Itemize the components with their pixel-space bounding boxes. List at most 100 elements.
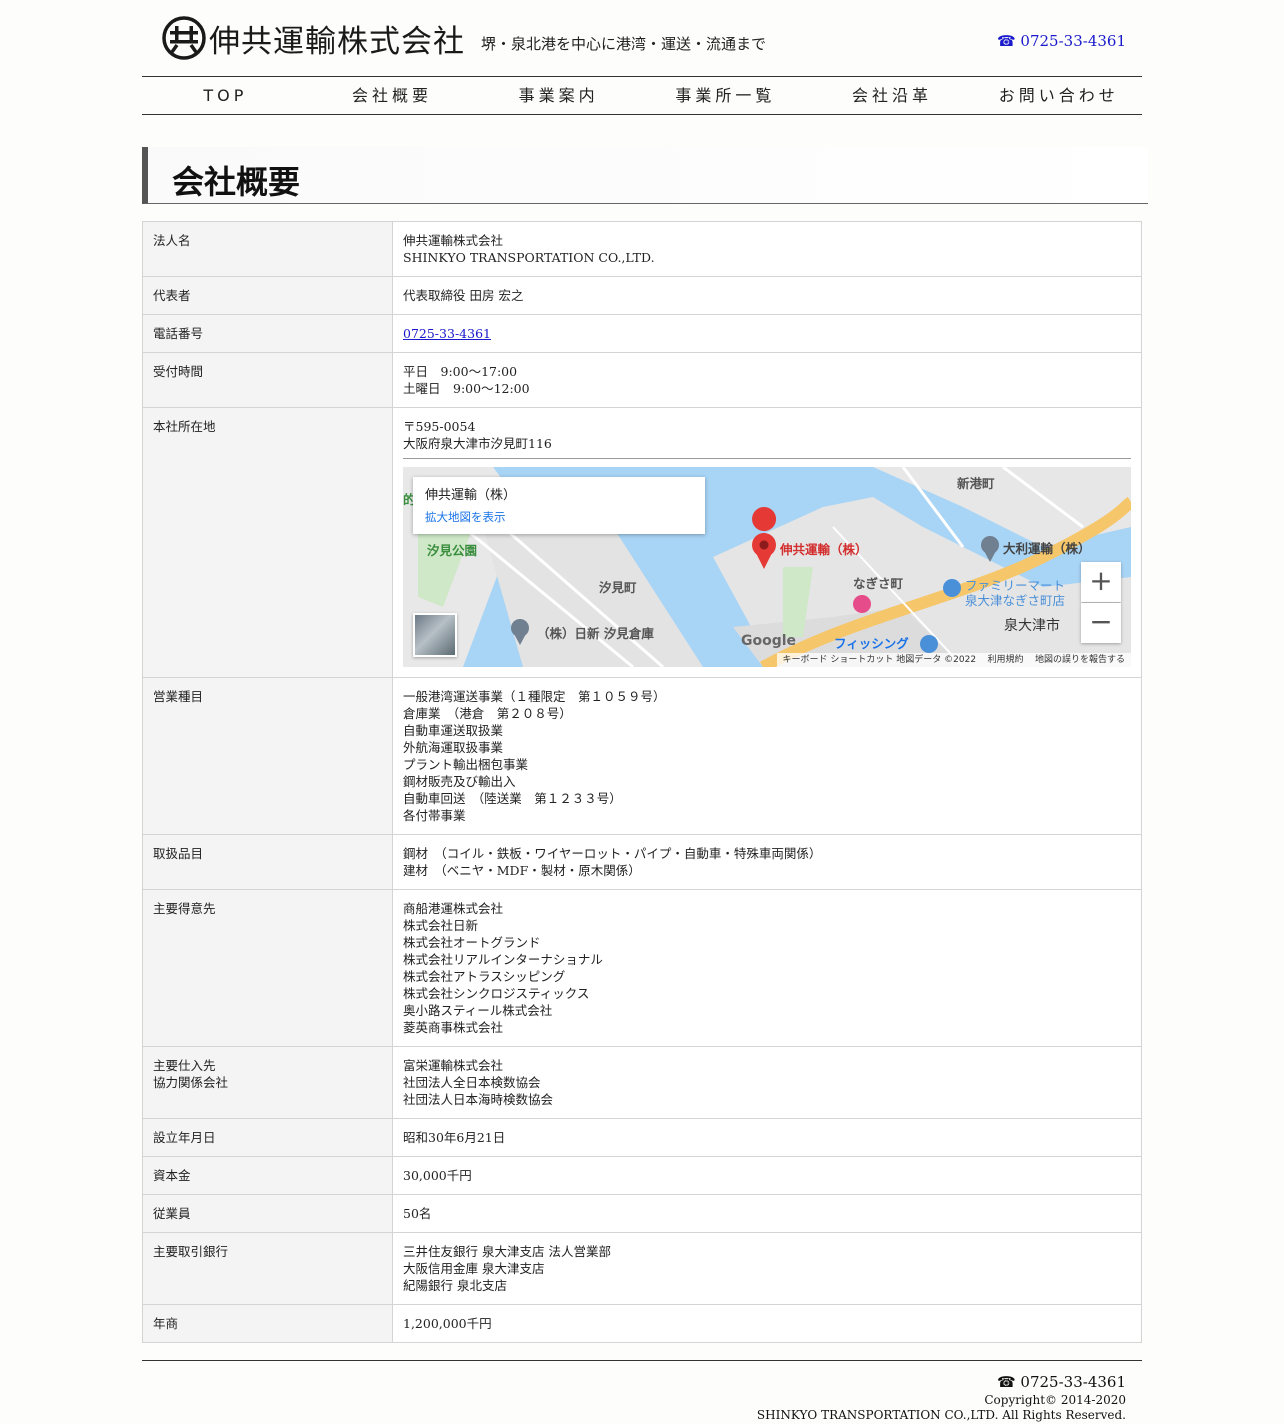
value-line: 大阪府泉大津市汐見町116 xyxy=(403,436,552,451)
footer-copyright: Copyright© 2014-2020 xyxy=(984,1393,1126,1407)
map-label-nissin[interactable]: （株）日新 汐見倉庫 xyxy=(537,625,654,642)
header-phone[interactable]: ☎ 0725-33-4361 xyxy=(997,32,1126,50)
value-line: 1,200,000千円 xyxy=(403,1316,492,1331)
nav-item-company[interactable]: 会社概要 xyxy=(309,77,476,114)
row-label: 主要取引銀行 xyxy=(142,1232,393,1305)
site-footer: ☎ 0725-33-4361 Copyright© 2014-2020 SHIN… xyxy=(142,1360,1142,1424)
value-line: 三井住友銀行 泉大津支店 法人営業部 xyxy=(403,1244,611,1259)
row-label: 主要仕入先 協力関係会社 xyxy=(142,1046,393,1119)
map-label-nagisa: なぎさ町 xyxy=(853,576,904,591)
row-label: 年商 xyxy=(142,1304,393,1343)
value-line: 昭和30年6月21日 xyxy=(403,1130,506,1145)
row-label: 法人名 xyxy=(142,221,393,277)
site-logo-text[interactable]: 伸共運輸株式会社 xyxy=(209,16,465,61)
row-label: 資本金 xyxy=(142,1156,393,1195)
table-row: 主要得意先 商船港運株式会社 株式会社日新 株式会社オートグランド 株式会社リア… xyxy=(142,889,1142,1047)
site-tagline: 堺・泉北港を中心に港湾・運送・流通まで xyxy=(481,35,767,53)
row-value: 平日 9:00～17:00 土曜日 9:00～12:00 xyxy=(392,352,1142,408)
label-line: 主要仕入先 xyxy=(153,1058,216,1073)
row-value: 1,200,000千円 xyxy=(392,1304,1142,1343)
nav-item-contact[interactable]: お問い合わせ xyxy=(975,77,1142,114)
value-line: 株式会社シンクロジスティックス xyxy=(403,986,590,1001)
value-line: 商船港運株式会社 xyxy=(403,901,504,916)
value-line: 土曜日 9:00～12:00 xyxy=(403,381,530,396)
row-label: 受付時間 xyxy=(142,352,393,408)
nav-item-offices[interactable]: 事業所一覧 xyxy=(642,77,809,114)
value-line: 倉庫業 （港倉 第２０８号） xyxy=(403,706,572,721)
phone-link[interactable]: 0725-33-4361 xyxy=(403,326,491,341)
map-label-pin[interactable]: 伸共運輸（株） xyxy=(780,541,868,558)
value-line: 平日 9:00～17:00 xyxy=(403,364,518,379)
table-row: 主要仕入先 協力関係会社 富栄運輸株式会社 社団法人全日本検数協会 社団法人日本… xyxy=(142,1046,1142,1119)
table-row: 資本金 30,000千円 xyxy=(142,1156,1142,1195)
footer-rights: SHINKYO TRANSPORTATION CO.,LTD. All Righ… xyxy=(756,1408,1126,1422)
map-data-credit: 地図データ ©2022 xyxy=(896,655,977,665)
row-value: 商船港運株式会社 株式会社日新 株式会社オートグランド 株式会社リアルインターナ… xyxy=(392,889,1142,1047)
label-line: 協力関係会社 xyxy=(153,1075,229,1090)
value-line: 50名 xyxy=(403,1206,432,1221)
row-label: 代表者 xyxy=(142,276,393,315)
google-logo: Google xyxy=(741,633,797,649)
value-line: 〒595-0054 xyxy=(403,419,476,434)
map-zoom-out-button[interactable]: − xyxy=(1081,603,1121,643)
value-line: 代表取締役 田房 宏之 xyxy=(403,288,524,303)
value-line: 大阪信用金庫 泉大津支店 xyxy=(403,1261,545,1276)
map-label-shiomi: 汐見町 xyxy=(599,580,637,595)
row-value: 代表取締役 田房 宏之 xyxy=(392,276,1142,315)
map-report-link[interactable]: 地図の誤りを報告する xyxy=(1035,655,1125,665)
table-row: 電話番号 0725-33-4361 xyxy=(142,314,1142,353)
nav-item-business[interactable]: 事業案内 xyxy=(475,77,642,114)
map-label-daiichi[interactable]: 大利運輸（株） xyxy=(1003,540,1091,557)
value-line: 株式会社アトラスシッピング xyxy=(403,969,566,984)
company-logo-icon[interactable] xyxy=(162,16,206,60)
value-line: 伸共運輸株式会社 xyxy=(403,233,504,248)
footer-phone[interactable]: ☎ 0725-33-4361 xyxy=(997,1373,1126,1391)
table-row: 年商 1,200,000千円 xyxy=(142,1304,1142,1343)
value-line: 富栄運輸株式会社 xyxy=(403,1058,504,1073)
row-value: 伸共運輸株式会社 SHINKYO TRANSPORTATION CO.,LTD. xyxy=(392,221,1142,277)
table-row: 主要取引銀行 三井住友銀行 泉大津支店 法人営業部 大阪信用金庫 泉大津支店 紀… xyxy=(142,1232,1142,1305)
map-info-card: 伸共運輸（株） 拡大地図を表示 xyxy=(413,477,705,534)
map-keyboard-shortcuts[interactable]: キーボード ショートカット xyxy=(783,655,894,665)
map-zoom-in-button[interactable]: + xyxy=(1081,562,1121,602)
map-terms-link[interactable]: 利用規約 xyxy=(988,655,1024,665)
value-line: SHINKYO TRANSPORTATION CO.,LTD. xyxy=(403,250,655,265)
value-line: 30,000千円 xyxy=(403,1168,472,1183)
map-label-familymart-branch[interactable]: 泉大津なぎさ町店 xyxy=(965,592,1065,609)
map-label-shiomi-park: 汐見公園 xyxy=(427,543,478,558)
value-line: 各付帯事業 xyxy=(403,808,466,823)
row-label: 電話番号 xyxy=(142,314,393,353)
value-line: プラント輸出梱包事業 xyxy=(403,757,529,772)
value-line: 自動車運送取扱業 xyxy=(403,723,504,738)
map-satellite-toggle[interactable] xyxy=(413,613,457,657)
table-row: 取扱品目 鋼材 （コイル・鉄板・ワイヤーロット・パイプ・自動車・特殊車両関係） … xyxy=(142,834,1142,890)
table-row: 受付時間 平日 9:00～17:00 土曜日 9:00～12:00 xyxy=(142,352,1142,408)
row-value: 富栄運輸株式会社 社団法人全日本検数協会 社団法人日本海時検数協会 xyxy=(392,1046,1142,1119)
map-divider xyxy=(403,458,1131,459)
map-label-fishing[interactable]: フィッシング xyxy=(834,635,909,652)
table-row: 営業種目 一般港湾運送事業（１種限定 第１０５９号） 倉庫業 （港倉 第２０８号… xyxy=(142,677,1142,835)
value-line: 社団法人日本海時検数協会 xyxy=(403,1092,554,1107)
page-title: 会社概要 xyxy=(172,163,301,201)
company-info-table: 法人名 伸共運輸株式会社 SHINKYO TRANSPORTATION CO.,… xyxy=(142,221,1142,1343)
google-map[interactable]: 的 伸共運輸（株） 新港町 大利運輸（株） 汐見公園 汐見町 なぎさ町 ファミリ… xyxy=(403,467,1131,667)
value-line: 一般港湾運送事業（１種限定 第１０５９号） xyxy=(403,689,666,704)
row-value: 0725-33-4361 xyxy=(392,314,1142,353)
nav-item-history[interactable]: 会社沿革 xyxy=(809,77,976,114)
value-line: 社団法人全日本検数協会 xyxy=(403,1075,541,1090)
row-label: 主要得意先 xyxy=(142,889,393,1047)
value-line: 株式会社日新 xyxy=(403,918,479,933)
map-enlarge-link[interactable]: 拡大地図を表示 xyxy=(425,509,506,526)
table-row: 従業員 50名 xyxy=(142,1194,1142,1233)
value-line: 外航海運取扱事業 xyxy=(403,740,504,755)
row-value: 30,000千円 xyxy=(392,1156,1142,1195)
row-label: 設立年月日 xyxy=(142,1118,393,1157)
map-footer: キーボード ショートカット 地図データ ©2022 利用規約 地図の誤りを報告す… xyxy=(776,653,1131,667)
row-value: 一般港湾運送事業（１種限定 第１０５９号） 倉庫業 （港倉 第２０８号） 自動車… xyxy=(392,677,1142,835)
row-label: 取扱品目 xyxy=(142,834,393,890)
row-label: 従業員 xyxy=(142,1194,393,1233)
map-card-title: 伸共運輸（株） xyxy=(425,488,517,503)
value-line: 奥小路スティール株式会社 xyxy=(403,1003,553,1018)
value-line: 建材 （ベニヤ・MDF・製材・原木関係） xyxy=(403,863,641,878)
nav-item-top[interactable]: TOP xyxy=(142,77,309,114)
